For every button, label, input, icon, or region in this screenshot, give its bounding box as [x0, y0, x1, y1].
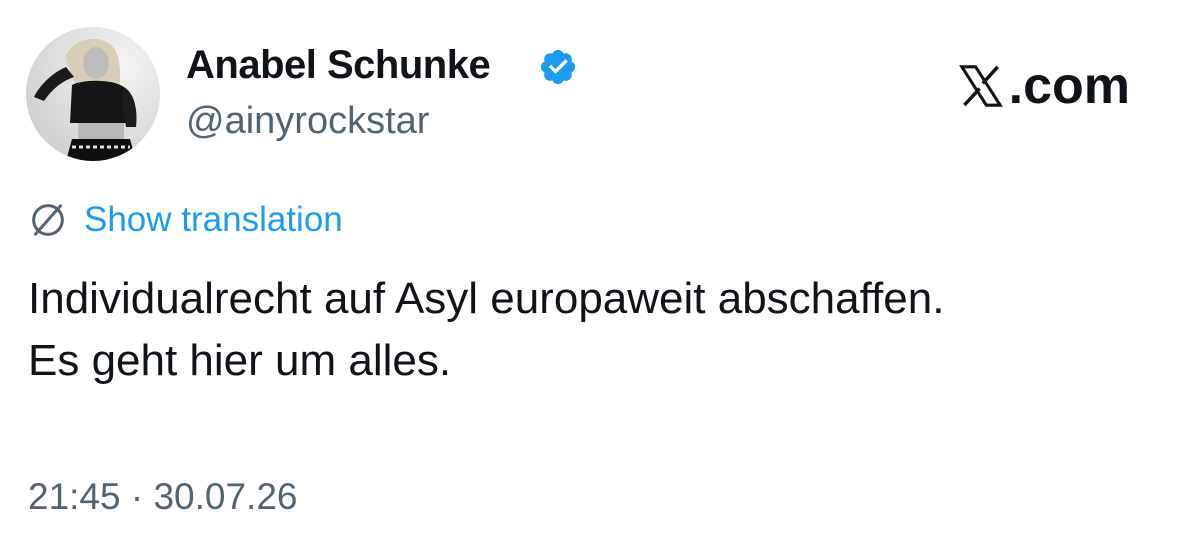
verified-badge-icon [540, 49, 576, 85]
show-translation-button[interactable]: Show translation [28, 200, 343, 240]
tweet-body: Individualrecht auf Asyl europaweit absc… [28, 268, 944, 392]
show-translation-label[interactable]: Show translation [84, 200, 343, 240]
avatar-photo [26, 27, 160, 161]
globe-icon [32, 204, 64, 236]
tweet-card: Anabel Schunke @ainyrockstar .com Show t… [0, 0, 1180, 556]
tweet-timestamp[interactable]: 21:45 · 30.07.26 [28, 476, 298, 518]
author-display-name[interactable]: Anabel Schunke [186, 43, 491, 88]
brand-label: .com [1008, 57, 1130, 115]
tweet-text-line: Es geht hier um alles. [28, 336, 452, 385]
x-logo-icon [958, 65, 1003, 107]
brand-watermark: .com [957, 56, 1130, 116]
avatar[interactable] [26, 27, 160, 161]
author-handle[interactable]: @ainyrockstar [186, 100, 429, 143]
tweet-text-line: Individualrecht auf Asyl europaweit absc… [28, 274, 945, 323]
